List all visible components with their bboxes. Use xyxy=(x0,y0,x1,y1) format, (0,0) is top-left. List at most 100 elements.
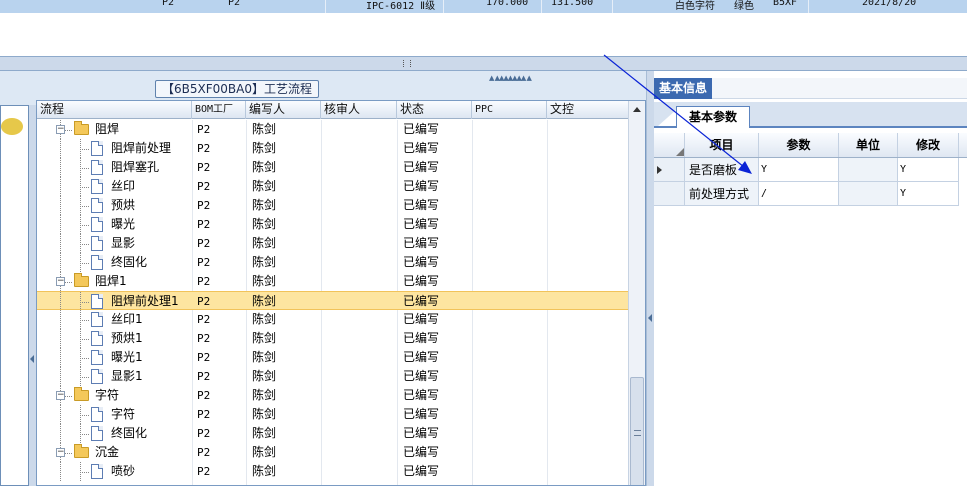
tab-basic-params[interactable]: 基本参数 xyxy=(676,106,751,128)
collapse-node-icon[interactable]: − xyxy=(56,448,65,457)
tree-row[interactable]: 阻焊前处理 P2 陈剑 已编写 xyxy=(37,139,629,158)
param-unit[interactable] xyxy=(839,182,898,206)
top-cell: 170.000 xyxy=(486,0,529,8)
cell-writer: 陈剑 xyxy=(252,217,277,231)
document-icon xyxy=(91,255,103,270)
speech-bubble-icon[interactable] xyxy=(1,118,23,135)
cell-status: 已编写 xyxy=(403,122,440,136)
process-tab-label: 【6B5XF00BA0】工艺流程 xyxy=(162,82,312,96)
cell-status: 已编写 xyxy=(403,331,440,345)
cell-factory: P2 xyxy=(197,237,211,250)
cell-writer: 陈剑 xyxy=(252,122,277,136)
collapse-node-icon[interactable]: − xyxy=(56,391,65,400)
col-header-unit[interactable]: 单位 xyxy=(839,133,898,157)
top-cell: B5XF xyxy=(773,0,798,8)
col-header-param[interactable]: 参数 xyxy=(759,133,839,157)
tree-rows: − 阻焊 P2 陈剑 已编写 阻焊前处理 P2 陈剑 已编写 阻焊塞孔 P2 陈剑 已编写 丝印 P2 陈剑已… xyxy=(37,120,629,481)
horizontal-splitter[interactable] xyxy=(0,56,967,71)
scroll-thumb[interactable] xyxy=(630,377,644,485)
col-header-flow[interactable]: 流程 xyxy=(37,101,192,119)
col-header-reviewer[interactable]: 核审人 xyxy=(321,101,397,119)
tree-row[interactable]: 阻焊前处理1 P2 陈剑 已编写 xyxy=(37,291,629,311)
tree-row[interactable]: − 沉金 P2 陈剑 已编写 xyxy=(37,443,629,462)
document-icon xyxy=(91,464,103,479)
left-splitter[interactable] xyxy=(29,105,36,486)
tree-row[interactable]: 预烘1 P2 陈剑 已编写 xyxy=(37,329,629,348)
params-grid-header: 项目 参数 单位 修改 xyxy=(654,133,967,158)
cell-factory: P2 xyxy=(197,332,211,345)
tree-row[interactable]: 字符 P2 陈剑 已编写 xyxy=(37,405,629,424)
cell-writer: 陈剑 xyxy=(252,312,277,326)
top-cell: 绿色 xyxy=(734,1,754,12)
tree-row[interactable]: 阻焊塞孔 P2 陈剑 已编写 xyxy=(37,158,629,177)
scroll-up-icon[interactable] xyxy=(633,107,641,112)
process-tree-grid: 流程 BOM工厂 编写人 核审人 状态 PPC 文控 − 阻焊 P2 陈剑 已编写 阻焊前… xyxy=(36,100,646,486)
tree-row[interactable]: 显影1 P2 陈剑 已编写 xyxy=(37,367,629,386)
right-splitter[interactable] xyxy=(646,71,654,486)
tree-node-label: 字符 xyxy=(95,388,120,402)
tree-row[interactable]: 丝印 P2 陈剑 已编写 xyxy=(37,177,629,196)
process-tab[interactable]: 【6B5XF00BA0】工艺流程 xyxy=(155,80,319,98)
splitter-grip-icon[interactable] xyxy=(403,60,411,67)
param-modify[interactable]: Y xyxy=(898,182,959,206)
param-value[interactable]: / xyxy=(759,182,839,206)
tree-row[interactable]: 终固化 P2 陈剑 已编写 xyxy=(37,424,629,443)
collapse-arrows-icon[interactable]: ▲ ▲▲▲▲▲▲▲ ▲ xyxy=(489,74,532,82)
cell-writer: 陈剑 xyxy=(252,426,277,440)
param-unit[interactable] xyxy=(839,158,898,182)
basic-info-title[interactable]: 基本信息 xyxy=(654,78,713,99)
document-icon xyxy=(91,369,103,384)
col-header-item[interactable]: 项目 xyxy=(685,133,759,157)
params-row[interactable]: 是否磨板 Y Y xyxy=(654,158,967,182)
cell-factory: P2 xyxy=(197,180,211,193)
collapse-left-icon[interactable] xyxy=(30,355,34,363)
document-icon xyxy=(91,198,103,213)
tree-row[interactable]: 曝光 P2 陈剑 已编写 xyxy=(37,215,629,234)
params-row[interactable]: 前处理方式 / Y xyxy=(654,182,967,206)
param-item: 是否磨板 xyxy=(685,158,759,182)
folder-icon xyxy=(74,121,89,135)
param-modify[interactable]: Y xyxy=(898,158,959,182)
top-cell: P2 xyxy=(228,0,241,8)
col-header-status[interactable]: 状态 xyxy=(397,101,472,119)
col-header-writer[interactable]: 编写人 xyxy=(246,101,321,119)
col-header-doc-control[interactable]: 文控 xyxy=(547,101,629,119)
tree-row[interactable]: 喷砂 P2 陈剑 已编写 xyxy=(37,462,629,481)
tree-row[interactable]: 终固化 P2 陈剑 已编写 xyxy=(37,253,629,272)
collapse-node-icon[interactable]: − xyxy=(56,277,65,286)
folder-icon xyxy=(74,273,89,287)
top-grid-selected-row[interactable]: P2 P2 IPC-6012 Ⅱ级 170.000 131.500 白色字符 绿… xyxy=(0,0,967,13)
collapse-node-icon[interactable]: − xyxy=(56,125,65,134)
tree-row[interactable]: − 阻焊1 P2 陈剑 已编写 xyxy=(37,272,629,291)
tree-row[interactable]: − 阻焊 P2 陈剑 已编写 xyxy=(37,120,629,139)
document-icon xyxy=(91,294,103,309)
tree-row[interactable]: 丝印1 P2 陈剑 已编写 xyxy=(37,310,629,329)
cell-writer: 陈剑 xyxy=(252,369,277,383)
cell-status: 已编写 xyxy=(403,141,440,155)
cell-factory: P2 xyxy=(197,275,211,288)
cell-factory: P2 xyxy=(197,313,211,326)
cell-status: 已编写 xyxy=(403,407,440,421)
cell-status: 已编写 xyxy=(403,426,440,440)
col-header-factory[interactable]: BOM工厂 xyxy=(192,101,246,119)
collapse-right-icon[interactable] xyxy=(648,314,652,322)
tree-node-label: 预烘 xyxy=(111,198,136,212)
tree-grid-header: 流程 BOM工厂 编写人 核审人 状态 PPC 文控 xyxy=(37,101,629,119)
cell-factory: P2 xyxy=(197,465,211,478)
cell-writer: 陈剑 xyxy=(252,179,277,193)
param-value[interactable]: Y xyxy=(759,158,839,182)
cell-factory: P2 xyxy=(197,256,211,269)
tree-row[interactable]: 显影 P2 陈剑 已编写 xyxy=(37,234,629,253)
cell-writer: 陈剑 xyxy=(252,388,277,402)
tree-row[interactable]: 预烘 P2 陈剑 已编写 xyxy=(37,196,629,215)
tree-node-label: 沉金 xyxy=(95,445,120,459)
vertical-scrollbar[interactable] xyxy=(628,101,645,485)
basic-info-header: 基本信息 xyxy=(654,78,967,99)
col-header-modify[interactable]: 修改 xyxy=(898,133,959,157)
tree-row[interactable]: 曝光1 P2 陈剑 已编写 xyxy=(37,348,629,367)
tree-node-label: 阻焊前处理 xyxy=(111,141,172,155)
tree-row[interactable]: − 字符 P2 陈剑 已编写 xyxy=(37,386,629,405)
cell-factory: P2 xyxy=(197,295,211,308)
col-header-ppc[interactable]: PPC xyxy=(472,101,547,119)
cell-factory: P2 xyxy=(197,142,211,155)
